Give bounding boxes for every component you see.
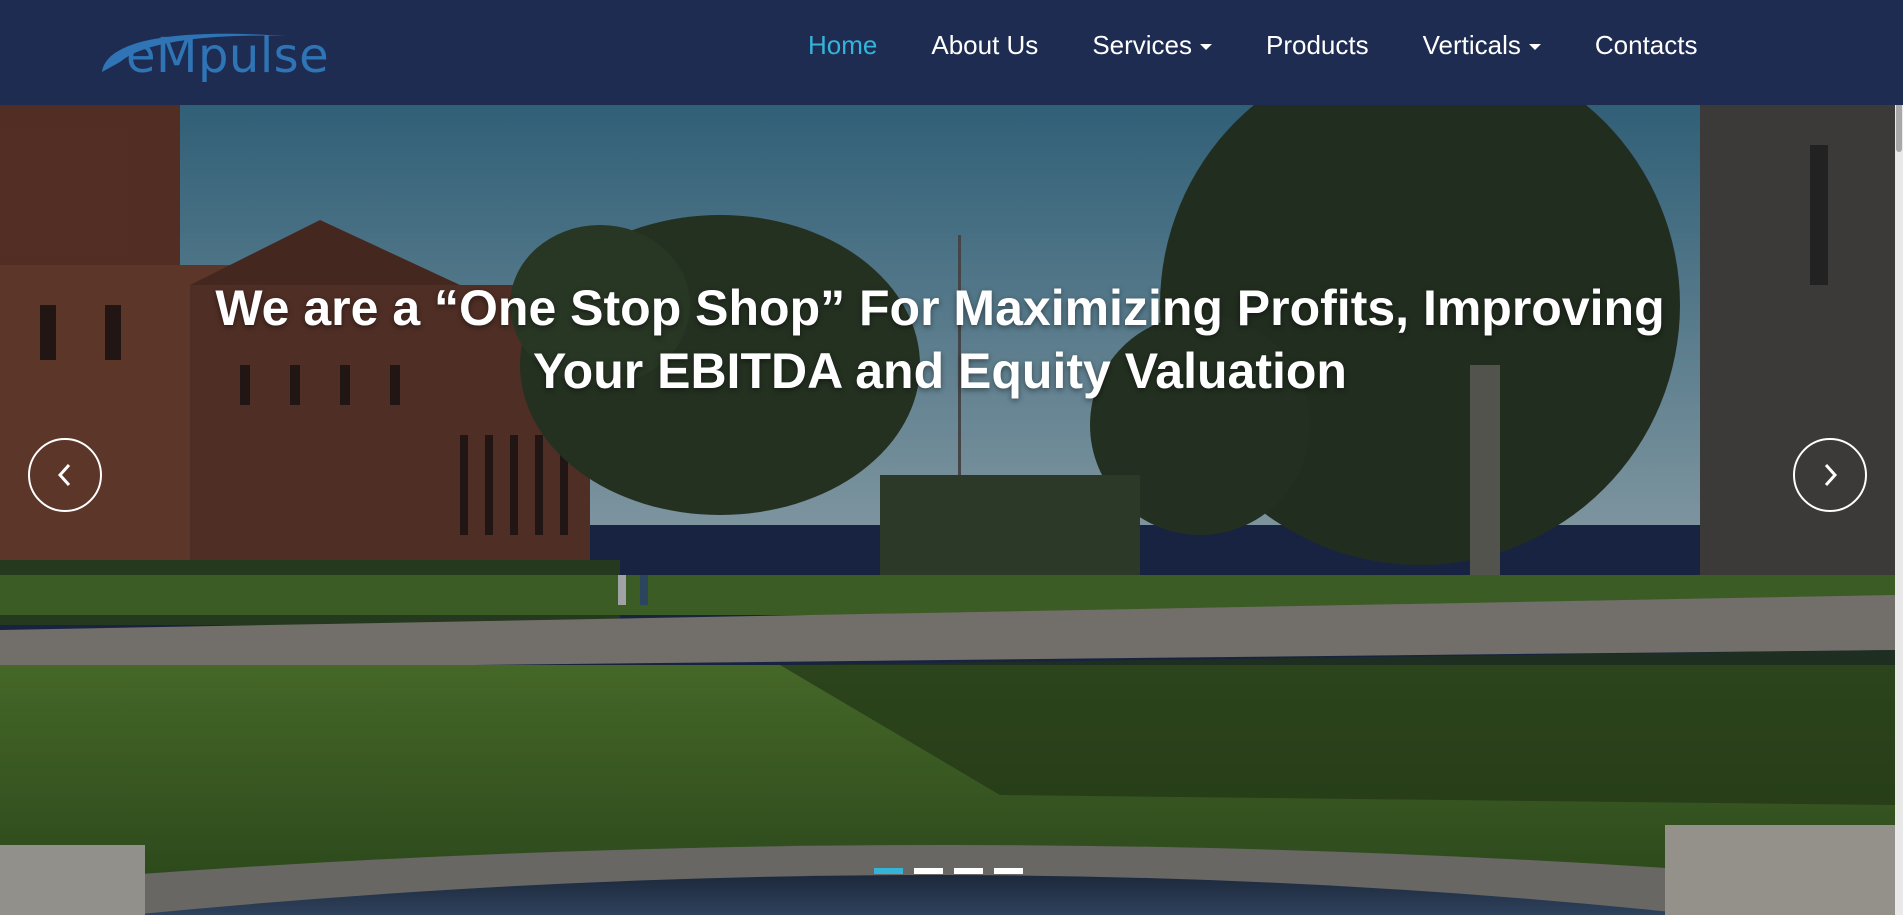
- main-nav: Home About Us Services Products Vertical…: [808, 25, 1752, 65]
- nav-products[interactable]: Products: [1266, 30, 1369, 61]
- nav-about-us[interactable]: About Us: [931, 30, 1038, 61]
- nav-verticals[interactable]: Verticals: [1423, 30, 1541, 61]
- site-header: eMpulse Home About Us Services Products …: [0, 0, 1903, 105]
- carousel-next-button[interactable]: [1793, 438, 1867, 512]
- page: eMpulse Home About Us Services Products …: [0, 0, 1903, 915]
- nav-home-label: Home: [808, 29, 878, 60]
- nav-home[interactable]: Home: [808, 30, 877, 61]
- nav-contacts[interactable]: Contacts: [1595, 30, 1698, 61]
- hero-headline-line1: We are a “One Stop Shop” For Maximizing …: [215, 280, 1665, 336]
- caret-down-icon: [1200, 44, 1213, 50]
- nav-services[interactable]: Services: [1092, 29, 1213, 61]
- nav-verticals-label: Verticals: [1422, 29, 1521, 60]
- nav-contacts-label: Contacts: [1594, 29, 1698, 60]
- carousel-prev-button[interactable]: [28, 438, 102, 512]
- chevron-left-icon: [57, 463, 71, 487]
- hero-overlay: [0, 105, 1895, 915]
- page-scrollbar[interactable]: [1895, 0, 1903, 915]
- hero-headline: We are a “One Stop Shop” For Maximizing …: [150, 277, 1730, 403]
- caret-down-icon: [1528, 44, 1541, 50]
- chevron-right-icon: [1824, 463, 1838, 487]
- logo-text: eMpulse: [126, 28, 330, 84]
- carousel-indicator-4[interactable]: [994, 868, 1023, 874]
- hero-headline-line2: Your EBITDA and Equity Valuation: [533, 343, 1347, 399]
- carousel-indicators: [874, 868, 1034, 874]
- nav-products-label: Products: [1266, 29, 1369, 60]
- carousel-indicator-1[interactable]: [874, 868, 903, 874]
- nav-about-us-label: About Us: [931, 29, 1039, 60]
- carousel-indicator-3[interactable]: [954, 868, 983, 874]
- nav-services-label: Services: [1092, 29, 1193, 60]
- logo[interactable]: eMpulse: [96, 22, 330, 84]
- carousel-indicator-2[interactable]: [914, 868, 943, 874]
- hero-carousel: We are a “One Stop Shop” For Maximizing …: [0, 105, 1895, 915]
